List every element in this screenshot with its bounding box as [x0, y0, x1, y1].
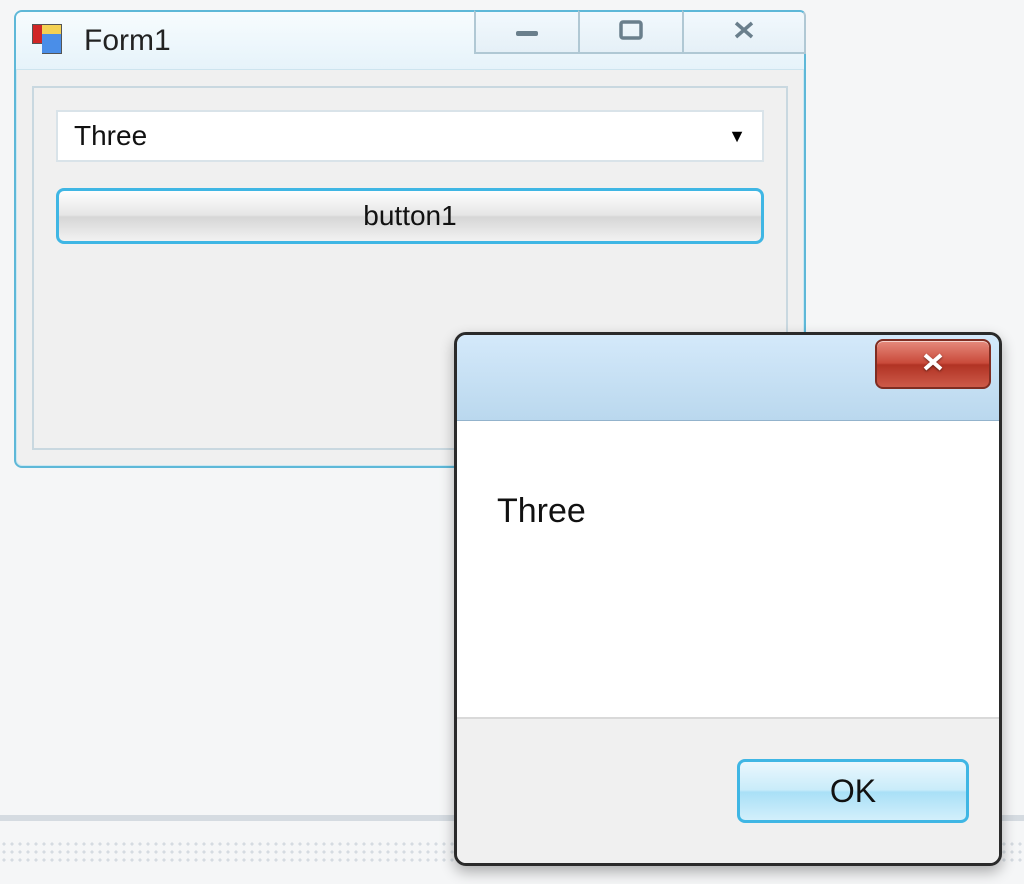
messagebox-body: Three [457, 421, 999, 717]
chevron-down-icon: ▼ [728, 126, 746, 147]
window-title: Form1 [84, 24, 171, 58]
minimize-button[interactable] [474, 10, 578, 54]
app-icon [32, 24, 66, 58]
messagebox-titlebar[interactable] [457, 335, 999, 421]
maximize-button[interactable] [578, 10, 682, 54]
ok-button-label: OK [830, 773, 876, 810]
combobox-value: Three [74, 120, 147, 152]
minimize-icon [510, 19, 544, 46]
close-icon [916, 351, 950, 378]
window-controls [474, 10, 806, 54]
combobox[interactable]: Three ▼ [56, 110, 764, 162]
messagebox-window: Three OK [454, 332, 1002, 866]
close-icon [727, 19, 761, 46]
messagebox-close-button[interactable] [875, 339, 991, 389]
button1-label: button1 [363, 200, 456, 232]
messagebox-footer: OK [457, 717, 999, 863]
messagebox-text: Three [497, 492, 586, 530]
form1-titlebar[interactable]: Form1 [16, 12, 804, 70]
maximize-icon [614, 19, 648, 46]
ok-button[interactable]: OK [737, 759, 969, 823]
button1[interactable]: button1 [56, 188, 764, 244]
close-button[interactable] [682, 10, 806, 54]
